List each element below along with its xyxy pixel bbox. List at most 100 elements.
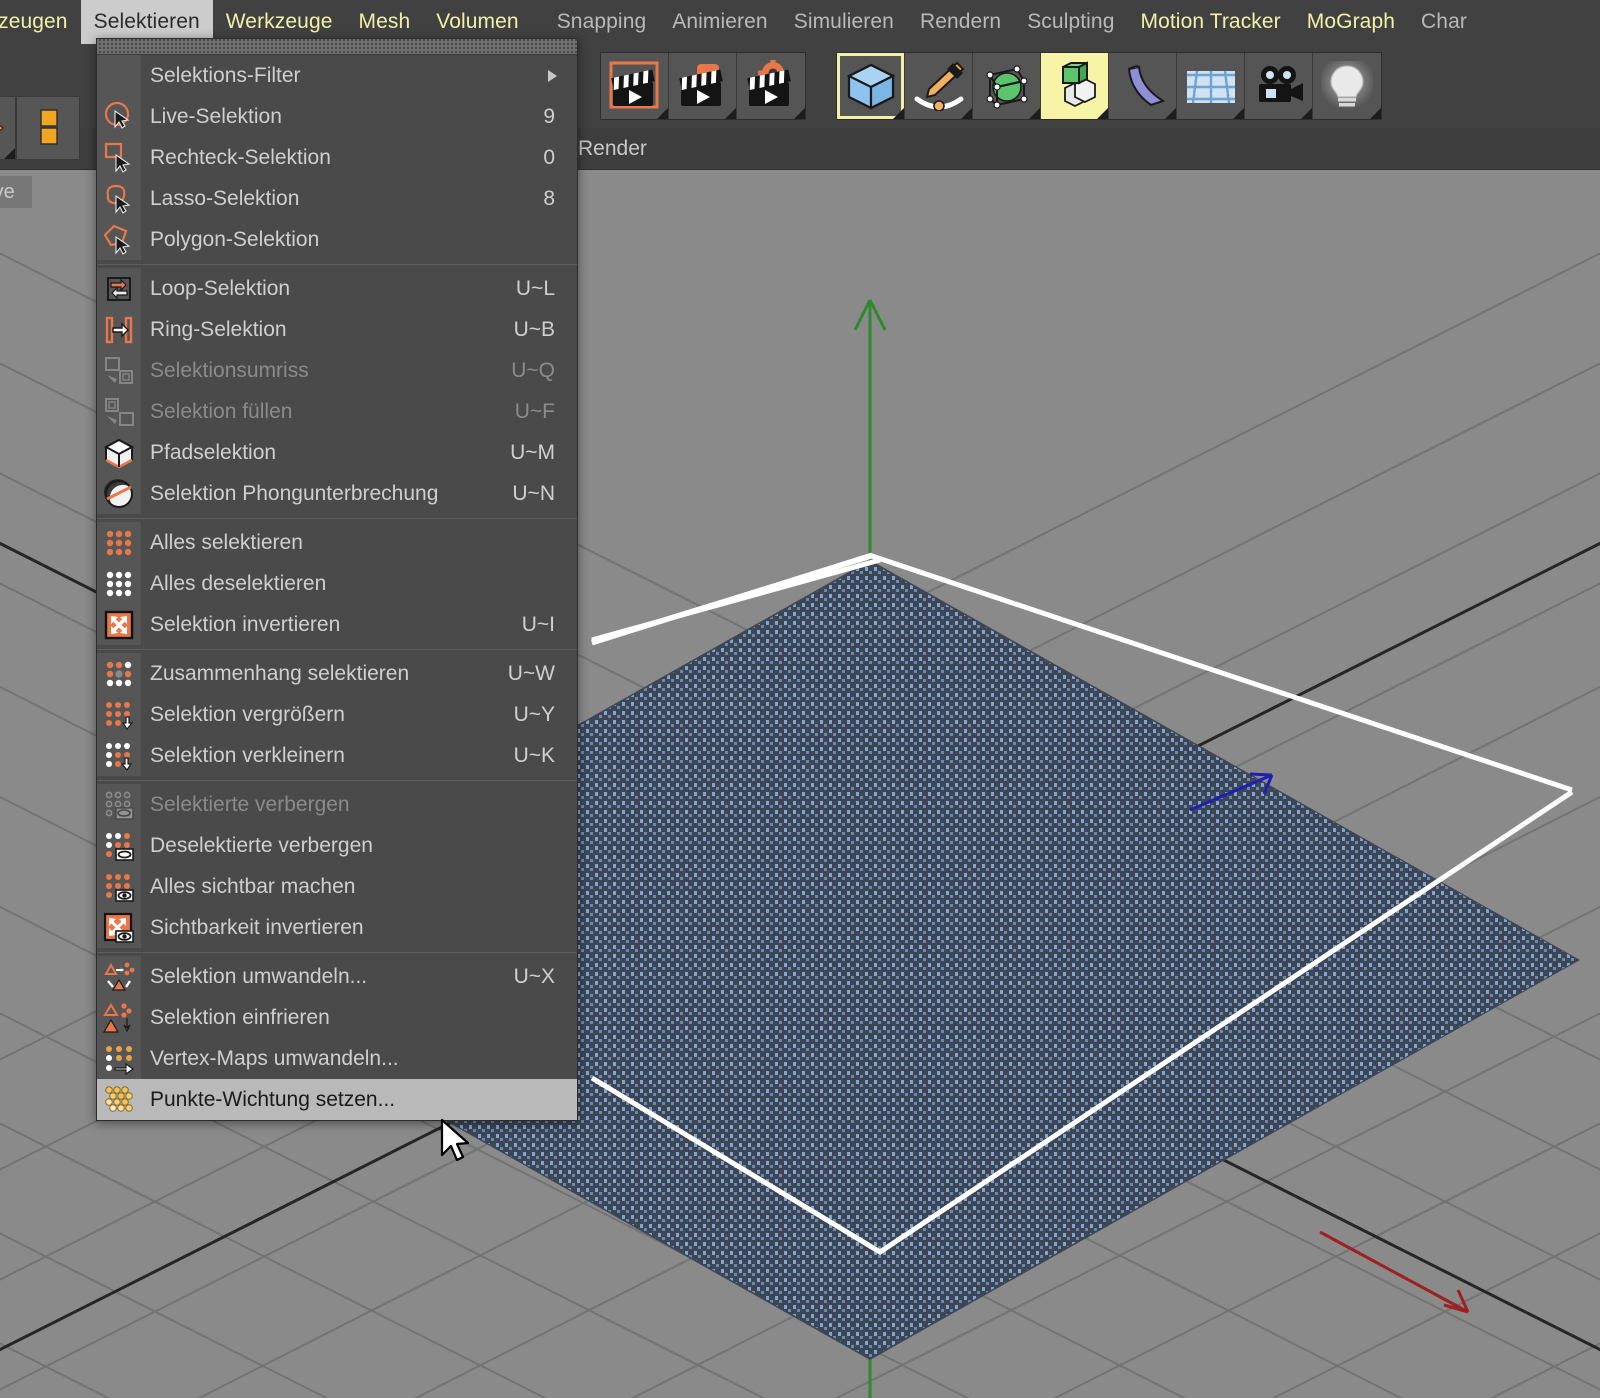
- menu-character[interactable]: Char: [1408, 0, 1480, 44]
- camera-icon: [1258, 66, 1303, 102]
- menu-item-selektion-invertieren[interactable]: Selektion invertieren U~I: [97, 604, 577, 645]
- menu-item-label: Vertex-Maps umwandeln...: [150, 1046, 399, 1070]
- button-corner-marker: [657, 108, 668, 119]
- menu-item-label: Zusammenhang selektieren: [150, 661, 410, 685]
- menu-item-live-selektion[interactable]: Live-Selektion 9: [97, 96, 577, 137]
- object-tools-group: [836, 52, 1382, 120]
- menu-item-label: Selektion Phongunterbrechung: [150, 481, 439, 505]
- menu-section-basic-selection: Selektions-Filter Live-Selektion 9 Recht…: [97, 55, 577, 260]
- menu-item-shortcut: U~L: [515, 276, 555, 300]
- menu-item-selektion-phongunterbrechung[interactable]: Selektion Phongunterbrechung U~N: [97, 473, 577, 514]
- menu-item-selektion-verkleinern[interactable]: Selektion verkleinern U~K: [97, 735, 577, 776]
- menu-item-selektierte-verbergen[interactable]: Selektierte verbergen: [97, 784, 577, 825]
- menu-item-label: Selektion umwandeln...: [150, 964, 368, 988]
- menu-item-selektions-filter[interactable]: Selektions-Filter: [97, 55, 577, 96]
- menu-item-sichtbarkeit-invertieren[interactable]: Sichtbarkeit invertieren: [97, 907, 577, 948]
- menu-mograph[interactable]: MoGraph: [1294, 0, 1408, 44]
- button-corner-marker: [725, 108, 736, 119]
- menu-item-label: Rechteck-Selektion: [150, 145, 331, 169]
- menu-item-label: Punkte-Wichtung setzen...: [150, 1087, 396, 1111]
- subdivision-surface-button[interactable]: [973, 53, 1041, 119]
- scale-tool-icon: [40, 109, 58, 145]
- outline-selection-icon: [97, 350, 141, 391]
- button-corner-marker: [1370, 108, 1381, 119]
- menu-item-selektion-einfrieren[interactable]: Selektion einfrieren: [97, 997, 577, 1038]
- render-settings-button[interactable]: [737, 53, 805, 119]
- spline-pen-icon: [914, 61, 964, 111]
- camera-button[interactable]: [1245, 53, 1313, 119]
- menu-item-alles-deselektieren[interactable]: Alles deselektieren: [97, 563, 577, 604]
- menu-item-alles-sichtbar-machen[interactable]: Alles sichtbar machen: [97, 866, 577, 907]
- render-menu-label[interactable]: Render: [578, 128, 647, 170]
- live-tab[interactable]: Live: [0, 176, 32, 208]
- menu-animieren[interactable]: Animieren: [659, 0, 780, 44]
- menu-item-selektionsumriss[interactable]: Selektionsumriss U~Q: [97, 350, 577, 391]
- menu-item-selektion-fuellen[interactable]: Selektion füllen U~F: [97, 391, 577, 432]
- lasso-selection-icon: [97, 178, 141, 219]
- menu-item-ring-selektion[interactable]: Ring-Selektion U~B: [97, 309, 577, 350]
- menu-item-label: Loop-Selektion: [150, 276, 291, 300]
- landscape-grid-button[interactable]: [1177, 53, 1245, 119]
- menu-item-shortcut: U~Q: [511, 358, 555, 382]
- mograph-array-icon: [1061, 61, 1096, 108]
- render-view-button[interactable]: [601, 53, 669, 119]
- select-all-icon: [97, 522, 141, 563]
- menu-separator: [97, 518, 577, 519]
- no-icon: [97, 55, 141, 96]
- light-button[interactable]: [1313, 53, 1381, 119]
- cube-primitive-button[interactable]: [837, 53, 905, 119]
- mograph-array-button[interactable]: [1041, 53, 1109, 119]
- menu-item-vertex-maps-umwandeln[interactable]: Vertex-Maps umwandeln...: [97, 1038, 577, 1079]
- menu-item-label: Live-Selektion: [150, 104, 282, 128]
- render-to-picture-viewer-button[interactable]: [669, 53, 737, 119]
- menu-item-label: Selektion invertieren: [150, 612, 341, 636]
- menu-item-zusammenhang-selektieren[interactable]: Zusammenhang selektieren U~W: [97, 653, 577, 694]
- landscape-grid-icon: [1186, 70, 1235, 104]
- menu-sculpting[interactable]: Sculpting: [1014, 0, 1127, 44]
- shrink-selection-icon: [97, 735, 141, 776]
- deselect-all-icon: [97, 563, 141, 604]
- chevron-right-icon: [548, 69, 557, 82]
- menu-item-deselektierte-verbergen[interactable]: Deselektierte verbergen: [97, 825, 577, 866]
- menu-item-label: Alles sichtbar machen: [150, 874, 356, 898]
- hide-unselected-icon: [97, 825, 141, 866]
- menu-section-visibility: Selektierte verbergen Deselektierte verb…: [97, 784, 577, 948]
- scale-tool-button[interactable]: [16, 96, 80, 160]
- menu-section-convert: Selektion umwandeln... U~X Selektion ein…: [97, 956, 577, 1120]
- menu-item-label: Selektion füllen: [150, 399, 293, 423]
- menu-item-label: Selektionsumriss: [150, 358, 309, 382]
- menu-item-pfadselektion[interactable]: Pfadselektion U~M: [97, 432, 577, 473]
- menu-item-selektion-umwandeln[interactable]: Selektion umwandeln... U~X: [97, 956, 577, 997]
- menu-item-label: Selektion vergrößern: [150, 702, 345, 726]
- freeze-selection-icon: [97, 997, 141, 1038]
- menu-erzeugen[interactable]: rzeugen: [0, 0, 81, 44]
- fill-selection-icon: [97, 391, 141, 432]
- button-corner-marker: [1301, 108, 1312, 119]
- menu-item-label: Sichtbarkeit invertieren: [150, 915, 364, 939]
- bend-deformer-icon: [1127, 65, 1165, 107]
- selektieren-dropdown-menu[interactable]: Selektions-Filter Live-Selektion 9 Recht…: [96, 38, 578, 1121]
- menu-item-polygon-selektion[interactable]: Polygon-Selektion: [97, 219, 577, 260]
- phong-break-selection-icon: [97, 473, 141, 514]
- menu-drag-handle[interactable]: [97, 39, 577, 55]
- menu-rendern[interactable]: Rendern: [907, 0, 1014, 44]
- unhide-all-icon: [97, 866, 141, 907]
- convert-vertex-maps-icon: [97, 1038, 141, 1079]
- menu-item-punkte-wichtung-setzen[interactable]: Punkte-Wichtung setzen...: [97, 1079, 577, 1120]
- spline-pen-button[interactable]: [905, 53, 973, 119]
- menu-item-shortcut: U~Y: [513, 702, 555, 726]
- menu-motion-tracker[interactable]: Motion Tracker: [1128, 0, 1294, 44]
- menu-item-loop-selektion[interactable]: Loop-Selektion U~L: [97, 268, 577, 309]
- loop-selection-icon: [97, 268, 141, 309]
- menu-item-rechteck-selektion[interactable]: Rechteck-Selektion 0: [97, 137, 577, 178]
- mouse-cursor: [440, 1118, 470, 1162]
- menu-item-selektion-vergroessern[interactable]: Selektion vergrößern U~Y: [97, 694, 577, 735]
- move-tool-button[interactable]: [0, 96, 16, 160]
- menu-item-label: Alles selektieren: [150, 530, 303, 554]
- menu-simulieren[interactable]: Simulieren: [781, 0, 907, 44]
- menu-item-alles-selektieren[interactable]: Alles selektieren: [97, 522, 577, 563]
- menu-item-shortcut: U~F: [514, 399, 555, 423]
- menu-item-shortcut: 8: [543, 186, 555, 210]
- menu-item-lasso-selektion[interactable]: Lasso-Selektion 8: [97, 178, 577, 219]
- bend-deformer-button[interactable]: [1109, 53, 1177, 119]
